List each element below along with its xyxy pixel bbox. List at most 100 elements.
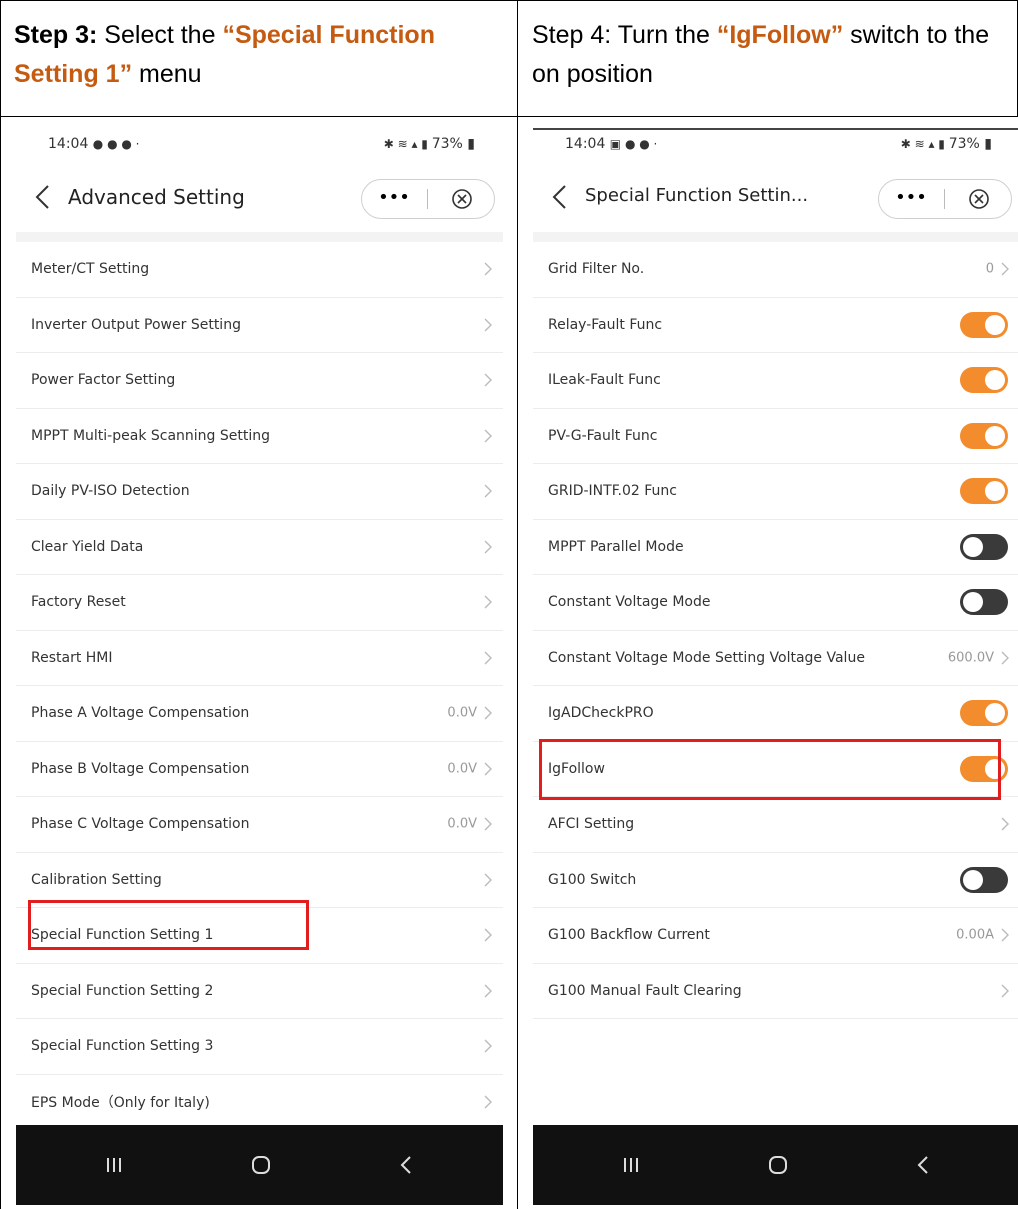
- toggle-switch[interactable]: [960, 478, 1008, 505]
- section-gap: [533, 232, 1018, 242]
- table-border-middle: [517, 0, 518, 1209]
- list-item[interactable]: MPPT Parallel Mode: [533, 520, 1018, 575]
- list-item[interactable]: Special Function Setting 2: [16, 964, 503, 1019]
- home-icon[interactable]: [728, 1125, 828, 1205]
- step4-highlight: “IgFollow”: [716, 21, 844, 49]
- list-item[interactable]: Clear Yield Data: [16, 520, 503, 575]
- list-item[interactable]: EPS Mode（Only for Italy): [16, 1075, 503, 1130]
- status-time: 14:04 ▣ ● ● ·: [565, 136, 658, 152]
- list-item[interactable]: IgFollow: [533, 742, 1018, 797]
- list-item[interactable]: MPPT Multi-peak Scanning Setting: [16, 409, 503, 464]
- recent-apps-icon[interactable]: [64, 1125, 164, 1205]
- list-item[interactable]: Meter/CT Setting: [16, 242, 503, 298]
- toggle-knob: [963, 536, 983, 557]
- close-circle-icon[interactable]: [430, 180, 494, 218]
- step3-label: Step 3:: [14, 21, 98, 49]
- list-item[interactable]: PV-G-Fault Func: [533, 409, 1018, 464]
- toggle-switch[interactable]: [960, 533, 1008, 560]
- chevron-right-icon: [1001, 928, 1009, 942]
- chevron-right-icon: [484, 817, 492, 831]
- android-nav-bar: [533, 1125, 1018, 1205]
- list-item[interactable]: Calibration Setting: [16, 853, 503, 908]
- list-item[interactable]: Factory Reset: [16, 575, 503, 631]
- chevron-right-icon: [484, 373, 492, 387]
- toggle-knob: [985, 758, 1005, 779]
- list-item[interactable]: ILeak-Fault Func: [533, 353, 1018, 409]
- signal-icons: ✱ ≋ ▴ ▮: [383, 137, 432, 151]
- toggle-knob: [985, 370, 1005, 391]
- list-item-label: Factory Reset: [31, 594, 126, 611]
- list-item-value: 0.0V: [447, 705, 477, 721]
- toggle-knob: [963, 592, 983, 613]
- chevron-right-icon: [1001, 817, 1009, 831]
- list-item-label: Special Function Setting 3: [31, 1038, 214, 1055]
- toggle-switch[interactable]: [960, 367, 1008, 394]
- list-item[interactable]: AFCI Setting: [533, 797, 1018, 853]
- signal-icons: ✱ ≋ ▴ ▮: [900, 137, 949, 151]
- list-item-value: 0.0V: [447, 816, 477, 832]
- list-item[interactable]: GRID-INTF.02 Func: [533, 464, 1018, 520]
- capsule-divider: [944, 189, 945, 209]
- page-title: Advanced Setting: [68, 185, 245, 209]
- list-item-label: Relay-Fault Func: [548, 316, 663, 333]
- toggle-knob: [963, 869, 983, 890]
- nav-bar: Special Function Settin... •••: [533, 167, 1018, 231]
- list-item[interactable]: Inverter Output Power Setting: [16, 298, 503, 353]
- section-gap: [16, 232, 503, 242]
- list-item-label: Meter/CT Setting: [31, 261, 150, 278]
- list-item-label: Inverter Output Power Setting: [31, 316, 241, 333]
- list-item[interactable]: G100 Manual Fault Clearing: [533, 964, 1018, 1019]
- list-item-label: GRID-INTF.02 Func: [548, 483, 677, 500]
- home-icon[interactable]: [211, 1125, 311, 1205]
- list-item-label: Constant Voltage Mode Setting Voltage Va…: [548, 649, 865, 666]
- recent-apps-icon[interactable]: [581, 1125, 681, 1205]
- toggle-switch[interactable]: [960, 700, 1008, 727]
- status-right: ✱ ≋ ▴ ▮ 73% ▮: [384, 136, 475, 152]
- list-item[interactable]: G100 Switch: [533, 853, 1018, 908]
- list-item[interactable]: Special Function Setting 3: [16, 1019, 503, 1075]
- chevron-right-icon: [484, 318, 492, 332]
- list-item[interactable]: Phase C Voltage Compensation 0.0V: [16, 797, 503, 853]
- list-item[interactable]: Daily PV-ISO Detection: [16, 464, 503, 520]
- toggle-switch[interactable]: [960, 422, 1008, 449]
- chevron-right-icon: [1001, 651, 1009, 665]
- list-item[interactable]: Relay-Fault Func: [533, 298, 1018, 353]
- left-phone-screenshot: 14:04 ● ● ● · ✱ ≋ ▴ ▮ 73% ▮ Advanced Set…: [16, 122, 503, 1205]
- list-item-value: 600.0V: [947, 650, 994, 666]
- chevron-right-icon: [484, 262, 492, 276]
- list-item-label: G100 Switch: [548, 871, 637, 888]
- back-nav-icon[interactable]: [873, 1125, 973, 1205]
- close-circle-icon[interactable]: [947, 180, 1011, 218]
- list-item-value: 0.00A: [956, 927, 994, 943]
- back-nav-icon[interactable]: [356, 1125, 456, 1205]
- list-item-label: G100 Manual Fault Clearing: [548, 982, 742, 999]
- list-item-label: IgADCheckPRO: [548, 705, 654, 722]
- chevron-right-icon: [484, 984, 492, 998]
- list-item-label: EPS Mode（Only for Italy): [31, 1094, 210, 1111]
- list-item[interactable]: Restart HMI: [16, 631, 503, 686]
- table-border-left: [0, 0, 1, 1209]
- list-item-label: Power Factor Setting: [31, 372, 176, 389]
- toggle-switch[interactable]: [960, 755, 1008, 782]
- back-chevron-icon[interactable]: [549, 183, 573, 211]
- list-item[interactable]: Power Factor Setting: [16, 353, 503, 409]
- toggle-switch[interactable]: [960, 866, 1008, 893]
- list-item[interactable]: Phase A Voltage Compensation 0.0V: [16, 686, 503, 742]
- chevron-right-icon: [1001, 984, 1009, 998]
- toggle-switch[interactable]: [960, 311, 1008, 338]
- back-chevron-icon[interactable]: [32, 183, 56, 211]
- toggle-switch[interactable]: [960, 589, 1008, 616]
- list-item[interactable]: Constant Voltage Mode: [533, 575, 1018, 631]
- list-item-label: Daily PV-ISO Detection: [31, 483, 190, 500]
- list-item[interactable]: Grid Filter No. 0: [533, 242, 1018, 298]
- list-item[interactable]: Special Function Setting 1: [16, 908, 503, 964]
- more-dots-icon[interactable]: •••: [879, 180, 943, 218]
- list-item[interactable]: G100 Backflow Current 0.00A: [533, 908, 1018, 964]
- list-item-label: IgFollow: [548, 760, 605, 777]
- table-border-header: [0, 116, 1018, 117]
- list-item[interactable]: Phase B Voltage Compensation 0.0V: [16, 742, 503, 797]
- list-item[interactable]: IgADCheckPRO: [533, 686, 1018, 742]
- more-dots-icon[interactable]: •••: [362, 180, 426, 218]
- step3-text: Select the: [97, 21, 223, 49]
- list-item[interactable]: Constant Voltage Mode Setting Voltage Va…: [533, 631, 1018, 686]
